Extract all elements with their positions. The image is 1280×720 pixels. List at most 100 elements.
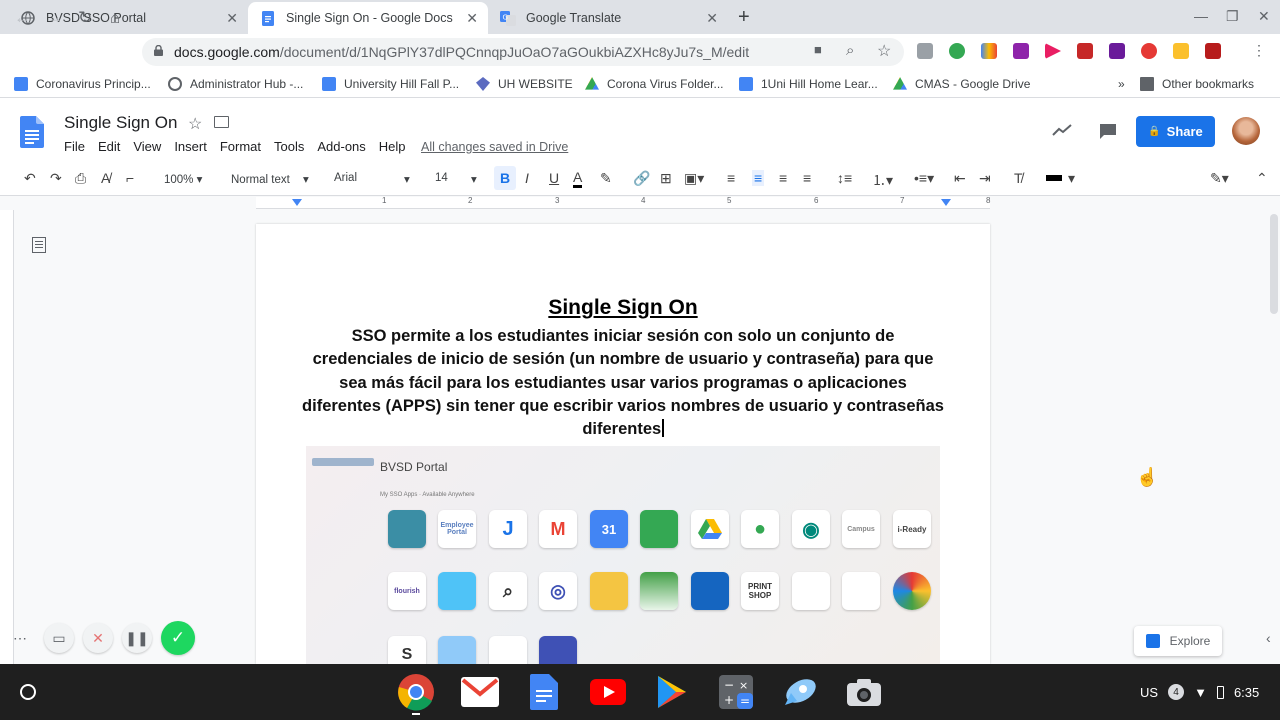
close-tab-icon[interactable]: ✕ <box>706 10 718 27</box>
comments-icon[interactable] <box>1098 122 1118 140</box>
bookmark-item[interactable]: Corona Virus Folder... <box>585 77 724 91</box>
undo-icon[interactable]: ↶ <box>24 170 36 187</box>
tab-bvsd-sso-portal[interactable]: BVSD SSO Portal ✕ <box>8 2 248 34</box>
home-icon[interactable]: ⌂ <box>110 8 120 28</box>
extension-icon[interactable] <box>1013 43 1029 59</box>
editing-mode-icon[interactable]: ✎▾ <box>1210 170 1229 187</box>
cancel-recording-button[interactable]: ✕ <box>83 623 113 653</box>
minimize-icon[interactable]: — <box>1194 8 1208 24</box>
menu-view[interactable]: View <box>133 139 161 154</box>
font-size-select[interactable]: 14 ▾ <box>435 172 481 186</box>
back-icon[interactable]: ← <box>14 8 31 28</box>
document-outline-icon[interactable] <box>32 237 46 253</box>
move-folder-icon[interactable] <box>214 116 229 128</box>
line-spacing-icon[interactable]: ↕≡ <box>837 170 852 186</box>
pause-recording-button[interactable]: ❚❚ <box>122 623 152 653</box>
extension-icon[interactable] <box>1109 43 1125 59</box>
redo-icon[interactable]: ↷ <box>50 170 62 187</box>
vertical-ruler[interactable] <box>0 210 14 664</box>
launcher-button[interactable] <box>20 684 36 700</box>
camera-app-icon[interactable] <box>844 672 884 712</box>
zoom-select[interactable]: 100% ▾ <box>164 172 202 186</box>
menu-tools[interactable]: Tools <box>274 139 304 154</box>
document-body[interactable]: SSO permite a los estudiantes iniciar se… <box>300 325 946 441</box>
extension-icon[interactable] <box>1077 43 1093 59</box>
more-tools-icon[interactable] <box>1046 175 1062 181</box>
text-color-button[interactable]: A <box>573 170 583 188</box>
ruler-track[interactable] <box>256 197 990 209</box>
address-bar[interactable]: docs.google.com/document/d/1NqGPlY37dlPQ… <box>142 38 904 66</box>
bookmark-item[interactable]: 1Uni Hill Home Lear... <box>739 77 878 91</box>
chrome-app-icon[interactable] <box>396 672 436 712</box>
decrease-indent-icon[interactable]: ⇤ <box>954 170 966 187</box>
gmail-app-icon[interactable] <box>460 672 500 712</box>
font-select[interactable]: Arial ▾ <box>334 172 414 186</box>
increase-indent-icon[interactable]: ⇥ <box>979 170 991 187</box>
close-tab-icon[interactable]: ✕ <box>226 10 238 27</box>
embedded-portal-image[interactable]: BVSD Portal My SSO Apps · Available Anyw… <box>306 446 940 664</box>
extension-icon[interactable] <box>1173 43 1189 59</box>
play-store-app-icon[interactable] <box>652 672 692 712</box>
extension-icon[interactable] <box>949 43 965 59</box>
insert-image-icon[interactable]: ▣▾ <box>684 170 704 187</box>
bookmark-star-icon[interactable]: ☆ <box>877 41 891 61</box>
close-window-icon[interactable]: ✕ <box>1258 8 1270 25</box>
docs-app-icon[interactable] <box>524 672 564 712</box>
rocket-app-icon[interactable] <box>780 672 820 712</box>
bold-button[interactable]: B <box>494 166 516 190</box>
document-title[interactable]: Single Sign On <box>64 113 177 133</box>
menu-help[interactable]: Help <box>379 139 406 154</box>
youtube-app-icon[interactable] <box>588 672 628 712</box>
bulleted-list-icon[interactable]: •≡▾ <box>914 170 934 187</box>
chevron-down-icon[interactable]: ▾ <box>1068 170 1075 187</box>
menu-format[interactable]: Format <box>220 139 261 154</box>
print-icon[interactable]: ⎙ <box>75 170 86 187</box>
underline-button[interactable]: U <box>549 170 559 186</box>
bookmark-item[interactable]: University Hill Fall P... <box>322 77 459 91</box>
add-comment-icon[interactable]: ⊞ <box>660 170 672 187</box>
extension-icon[interactable] <box>917 43 933 59</box>
close-tab-icon[interactable]: ✕ <box>466 10 478 27</box>
tab-single-sign-on[interactable]: Single Sign On - Google Docs ✕ <box>248 2 488 34</box>
camera-blocked-icon[interactable]: ■ <box>814 42 822 57</box>
tab-google-translate[interactable]: G Google Translate ✕ <box>488 2 728 34</box>
align-center-icon[interactable]: ≡ <box>752 170 765 186</box>
link-icon[interactable]: 🔗 <box>633 170 650 187</box>
italic-button[interactable]: I <box>525 170 529 186</box>
bookmark-item[interactable]: Coronavirus Princip... <box>14 77 151 91</box>
finish-recording-button[interactable]: ✓ <box>161 621 195 655</box>
extension-icon[interactable] <box>1141 43 1157 59</box>
star-icon[interactable]: ☆ <box>188 114 202 134</box>
new-tab-button[interactable]: + <box>738 6 750 29</box>
explore-button[interactable]: Explore <box>1134 626 1222 656</box>
collapse-menus-icon[interactable]: ⌃ <box>1256 170 1268 187</box>
menu-edit[interactable]: Edit <box>98 139 120 154</box>
menu-file[interactable]: File <box>64 139 85 154</box>
align-left-icon[interactable]: ≡ <box>727 170 735 186</box>
side-panel-toggle-icon[interactable]: ‹ <box>1266 630 1271 646</box>
menu-addons[interactable]: Add-ons <box>317 139 365 154</box>
bookmark-item[interactable]: CMAS - Google Drive <box>893 77 1030 91</box>
more-options-icon[interactable]: ⋯ <box>5 623 35 653</box>
other-bookmarks[interactable]: Other bookmarks <box>1140 77 1254 91</box>
avatar[interactable] <box>1232 117 1260 145</box>
spellcheck-icon[interactable]: A̸ <box>101 170 110 186</box>
extension-icon[interactable] <box>1205 43 1221 59</box>
highlight-icon[interactable]: ✎ <box>600 170 612 187</box>
maximize-icon[interactable]: ❐ <box>1226 8 1239 25</box>
more-menu-icon[interactable]: ⋮ <box>1252 42 1266 59</box>
calculator-app-icon[interactable]: − × + = <box>716 672 756 712</box>
extension-icon[interactable] <box>981 43 997 59</box>
more-bookmarks-icon[interactable]: » <box>1118 77 1125 91</box>
clear-formatting-icon[interactable]: T̸ <box>1014 170 1023 186</box>
save-status[interactable]: All changes saved in Drive <box>421 140 568 154</box>
numbered-list-icon[interactable]: ⒈▾ <box>872 170 893 190</box>
activity-trend-icon[interactable] <box>1052 123 1072 137</box>
scrollbar-thumb[interactable] <box>1270 214 1278 314</box>
zoom-icon[interactable]: ⌕ <box>846 42 854 59</box>
google-docs-logo-icon[interactable] <box>20 116 44 148</box>
menu-insert[interactable]: Insert <box>174 139 207 154</box>
style-select[interactable]: Normal text ▾ <box>231 172 309 186</box>
camera-off-icon[interactable]: ▭ <box>44 623 74 653</box>
share-button[interactable]: 🔒 Share <box>1136 116 1215 147</box>
